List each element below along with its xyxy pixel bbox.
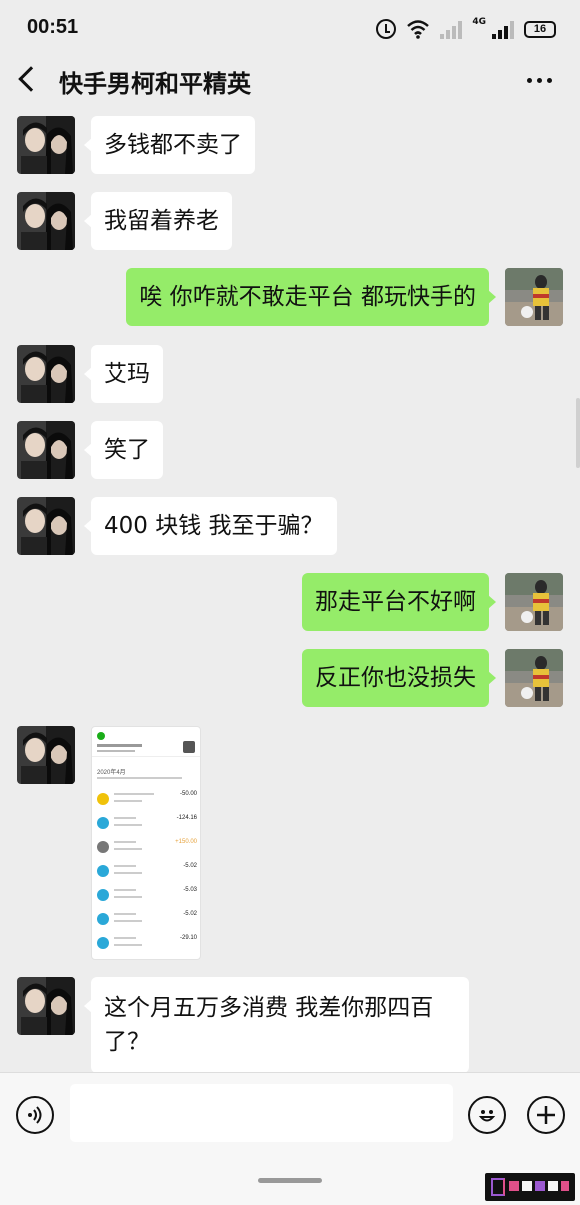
message-input[interactable]: [70, 1084, 453, 1142]
self-avatar[interactable]: [505, 649, 563, 707]
message-bubble-received[interactable]: 这个月五万多消费 我差你那四百了？: [84, 977, 469, 1072]
watermark-icon: [491, 1178, 505, 1196]
wifi-icon: [407, 20, 430, 39]
network-type: 4G: [472, 17, 486, 27]
chat-header: 快手男柯和平精英: [0, 56, 580, 106]
alarm-icon: [376, 19, 397, 39]
home-indicator[interactable]: [258, 1178, 322, 1183]
contact-avatar[interactable]: [17, 116, 75, 174]
screenshot-header: [92, 727, 200, 757]
message-bubble-received[interactable]: 笑了: [84, 421, 163, 479]
merchant-icon: [97, 793, 109, 805]
contact-avatar[interactable]: [17, 977, 75, 1035]
contact-icon: [97, 841, 109, 853]
message-bubble-sent[interactable]: 反正你也没损失: [302, 649, 496, 707]
signal-icon-sim1: [440, 19, 463, 39]
screenshot-avatar: [183, 741, 195, 753]
merchant-icon: [97, 817, 109, 829]
voice-icon[interactable]: [16, 1096, 54, 1134]
message-bubble-received[interactable]: 我留着养老: [84, 192, 232, 250]
battery-level: 16: [533, 23, 547, 35]
merchant-icon: [97, 937, 109, 949]
self-avatar[interactable]: [505, 268, 563, 326]
message-bubble-sent[interactable]: 那走平台不好啊: [302, 573, 496, 631]
status-time: 00:51: [27, 16, 79, 38]
contact-avatar[interactable]: [17, 726, 75, 784]
wechat-pay-logo-icon: [97, 732, 105, 740]
watermark-logo: [485, 1173, 575, 1201]
message-bubble-received[interactable]: 多钱都不卖了: [84, 116, 255, 174]
merchant-icon: [97, 889, 109, 901]
bill-row: -5.02: [92, 859, 200, 883]
contact-avatar[interactable]: [17, 192, 75, 250]
watermark-text: [509, 1179, 569, 1196]
plus-icon[interactable]: [527, 1096, 565, 1134]
status-icons: 4G 16: [376, 16, 556, 42]
screenshot-month: 2020年4月: [97, 770, 126, 776]
bill-row: -5.02: [92, 907, 200, 931]
image-message-bill-screenshot[interactable]: 2020年4月 -50.00 -124.16 +150.00 -5.02 -5.…: [91, 726, 201, 960]
bill-row: -5.03: [92, 883, 200, 907]
merchant-icon: [97, 913, 109, 925]
contact-avatar[interactable]: [17, 497, 75, 555]
contact-avatar[interactable]: [17, 345, 75, 403]
signal-icon-sim2: [492, 19, 514, 39]
self-avatar[interactable]: [505, 573, 563, 631]
emoji-icon[interactable]: [468, 1096, 506, 1134]
bill-row: -29.10: [92, 931, 200, 955]
bill-row: +150.00: [92, 835, 200, 859]
bill-row: -124.16: [92, 811, 200, 835]
merchant-icon: [97, 865, 109, 877]
message-bubble-sent[interactable]: 唉 你咋就不敢走平台 都玩快手的: [126, 268, 496, 326]
battery-icon: 16: [524, 20, 556, 38]
bill-row: -50.00: [92, 787, 200, 811]
chat-history[interactable]: 多钱都不卖了 我留着养老 唉 你咋就不敢走平台 都玩快手的 艾玛 笑了 400 …: [0, 106, 580, 1072]
more-options-icon[interactable]: [527, 78, 552, 83]
message-bubble-received[interactable]: 400 块钱 我至于骗？: [84, 497, 337, 555]
status-bar: 00:51 4G 16: [0, 0, 580, 56]
scrollbar[interactable]: [576, 398, 580, 468]
contact-avatar[interactable]: [17, 421, 75, 479]
chat-title: 快手男柯和平精英: [59, 70, 251, 98]
message-bubble-received[interactable]: 艾玛: [84, 345, 163, 403]
back-icon[interactable]: [18, 66, 44, 92]
